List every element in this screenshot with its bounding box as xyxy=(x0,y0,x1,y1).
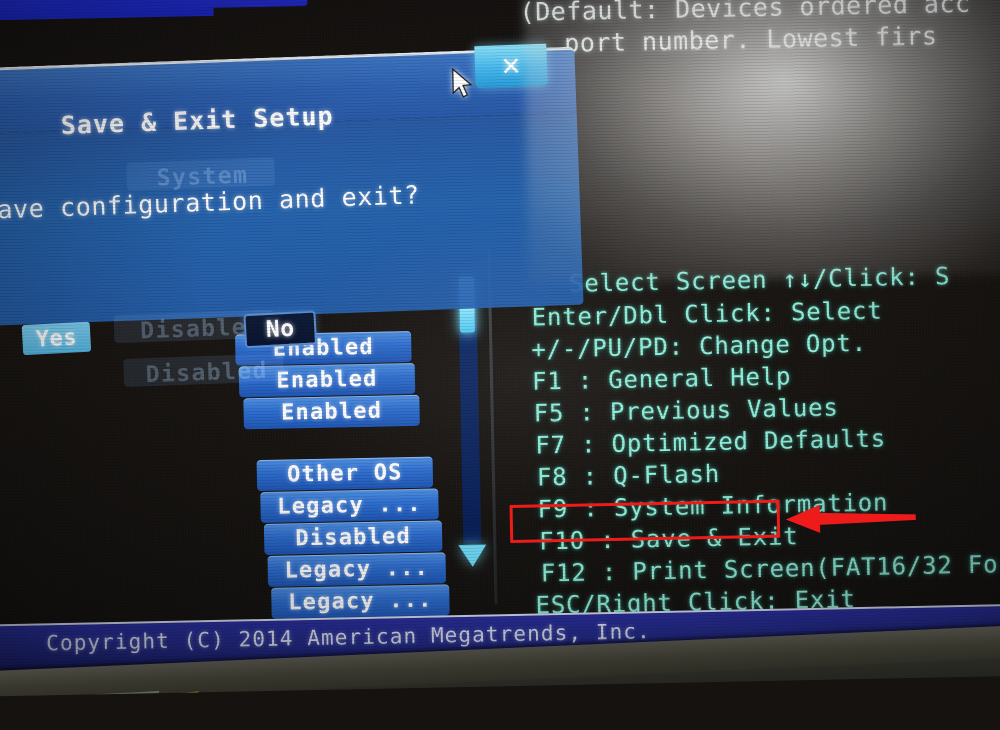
close-glyph: ✕ xyxy=(499,51,522,81)
save-and-exit-dialog: Save & Exit Setup ✕ System Disabled Disa… xyxy=(0,43,584,388)
option-label: Legacy ... xyxy=(284,555,430,584)
option-label: Legacy ... xyxy=(277,491,422,520)
monitor-screen: Use +/- (Default: Devices ordered acc po… xyxy=(0,0,1000,697)
no-button-label: No xyxy=(265,315,296,344)
close-icon[interactable]: ✕ xyxy=(474,43,548,89)
annotation-box-f10 xyxy=(509,499,781,544)
option-button-2[interactable]: Enabled xyxy=(238,362,416,398)
no-button[interactable]: No xyxy=(243,310,318,349)
yes-button-label: Yes xyxy=(35,324,78,352)
scroll-down-arrow-icon[interactable] xyxy=(458,544,487,568)
option-label: Enabled xyxy=(276,366,378,394)
option-button-6[interactable]: Disabled xyxy=(263,520,443,555)
screenshot-root: Use +/- (Default: Devices ordered acc po… xyxy=(0,0,1000,730)
option-button-7[interactable]: Legacy ... xyxy=(267,552,447,587)
option-label: Other OS xyxy=(286,460,403,488)
option-button-8[interactable]: Legacy ... xyxy=(271,584,450,619)
option-button-5[interactable]: Legacy ... xyxy=(260,488,439,524)
option-button-4[interactable]: Other OS xyxy=(256,456,434,492)
option-button-3[interactable]: Enabled xyxy=(243,394,420,430)
annotation-arrow-icon xyxy=(785,504,916,533)
help-line-f8-q-flash: F8 : Q-Flash xyxy=(536,459,721,492)
option-label: Legacy ... xyxy=(287,587,433,616)
yes-button[interactable]: Yes xyxy=(21,321,92,356)
option-label: Enabled xyxy=(280,398,383,426)
option-label: Disabled xyxy=(295,524,412,552)
help-line-f1-general-help: F1 : General Help xyxy=(531,362,792,396)
mouse-cursor-icon xyxy=(452,67,473,98)
